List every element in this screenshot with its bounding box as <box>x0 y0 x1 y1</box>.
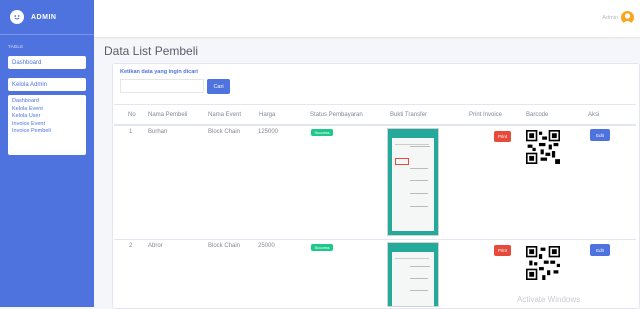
admin-name[interactable]: Admin <box>602 15 618 21</box>
topbar: Admin <box>94 0 640 37</box>
print-invoice-button[interactable]: Print <box>494 131 511 142</box>
search-input[interactable] <box>120 79 204 93</box>
cell-nama-pembeli: Abror <box>148 243 163 249</box>
search-label: Ketikan data yang ingin dicari <box>120 69 198 75</box>
search-button[interactable]: Cari <box>207 79 230 94</box>
edit-button[interactable]: Edit <box>590 129 610 141</box>
data-card <box>112 63 640 309</box>
column-header-nama-event: Nama Event <box>208 112 242 118</box>
column-header-barcode: Barcode <box>526 112 549 118</box>
column-header-no: No <box>128 112 136 118</box>
cell-harga: 25000 <box>258 243 275 249</box>
status-badge: Success <box>311 244 333 251</box>
sidebar-section-label: TABLE <box>8 44 24 49</box>
sidebar-item-dashboard[interactable]: Dashboard <box>8 56 86 69</box>
column-header-aksi: Aksi <box>588 112 600 118</box>
user-avatar-icon[interactable] <box>621 11 634 24</box>
print-invoice-button[interactable]: Print <box>494 245 511 256</box>
submenu-item-kelola-user[interactable]: Kelola User <box>12 113 82 121</box>
sidebar-item-kelola-admin[interactable]: Kelola Admin <box>8 78 86 91</box>
brand-title: ADMIN <box>31 13 57 21</box>
edit-button[interactable]: Edit <box>590 244 610 256</box>
barcode-qr-image <box>526 246 560 280</box>
cell-no: 2 <box>129 243 133 249</box>
submenu-item-kelola-event[interactable]: Kelola Event <box>12 106 82 114</box>
submenu-item-invoice-pembeli[interactable]: Invoice Pembeli <box>12 128 82 136</box>
cell-nama-event: Block Chain <box>208 129 241 135</box>
submenu-item-dashboard[interactable]: Dashboard <box>12 98 82 106</box>
sidebar-submenu: Dashboard Kelola Event Kelola User Invoi… <box>8 95 86 155</box>
status-badge: Success <box>311 129 333 136</box>
activate-windows-watermark: Activate Windows <box>517 295 581 304</box>
barcode-qr-image <box>526 130 560 164</box>
table-top-border <box>114 104 636 105</box>
column-header-status: Status Pembayaran <box>310 112 363 118</box>
cell-no: 1 <box>129 129 133 135</box>
bukti-transfer-image[interactable] <box>387 242 439 307</box>
column-header-bukti-transfer: Bukti Transfer <box>390 112 428 118</box>
column-header-print-invoice: Print Invoice <box>469 112 503 118</box>
table-header-border <box>114 124 636 126</box>
cell-harga: 125000 <box>258 129 279 135</box>
submenu-item-invoice-event[interactable]: Invoice Event <box>12 121 82 129</box>
column-header-nama-pembeli: Nama Pembeli <box>148 112 188 118</box>
column-header-harga: Harga <box>259 112 276 118</box>
cell-nama-pembeli: Burhan <box>148 129 168 135</box>
page-title: Data List Pembeli <box>104 44 199 58</box>
row-divider <box>114 239 636 240</box>
smile-face-icon <box>10 10 24 24</box>
cell-nama-event: Block Chain <box>208 243 241 249</box>
sidebar-brand[interactable]: ADMIN <box>0 0 94 35</box>
bukti-transfer-image[interactable] <box>387 128 439 236</box>
